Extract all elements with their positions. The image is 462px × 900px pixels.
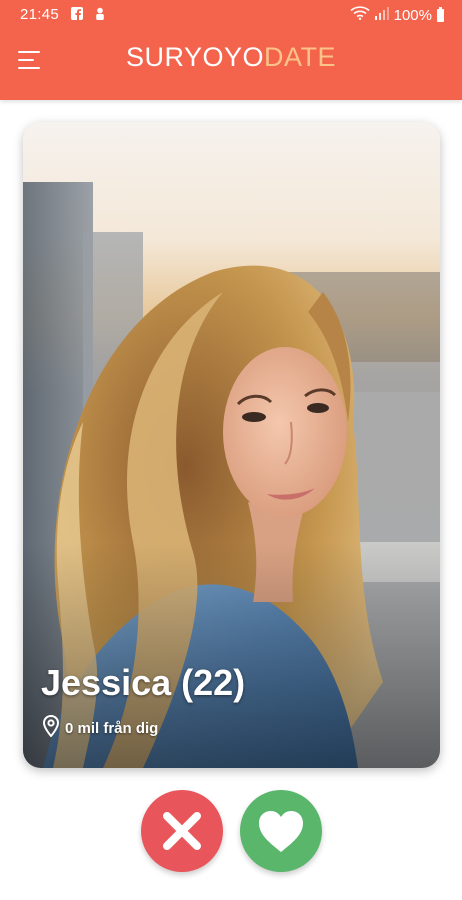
like-button[interactable] [240,790,322,872]
profile-distance: 0 mil från dig [42,714,159,741]
close-icon [163,812,201,850]
battery-text: 100% [393,6,432,24]
battery-icon [437,6,444,22]
status-right: 100% [350,6,444,24]
status-bar: 21:45 100% [0,0,462,30]
app-logo: SURYOYODATE [0,40,462,74]
heart-icon [259,811,303,852]
app-screen: 21:45 100% SURYOYODATE Jessica (22) 0 mi… [0,0,462,900]
distance-text: 0 mil från dig [65,719,159,737]
profile-card[interactable]: Jessica (22) 0 mil från dig [23,122,440,768]
status-time: 21:45 [20,6,60,23]
profile-name-age: Jessica (22) [41,662,246,703]
logo-text-suryoyo: SURYOYO [125,42,265,72]
logo-text-date: DATE [264,42,337,72]
facebook-icon [71,7,83,20]
person-notification-icon [94,7,106,20]
wifi-icon [350,6,370,24]
location-pin-icon [42,714,60,741]
signal-icon [374,6,389,24]
app-header: 21:45 100% SURYOYODATE [0,0,462,100]
dislike-button[interactable] [141,790,223,872]
